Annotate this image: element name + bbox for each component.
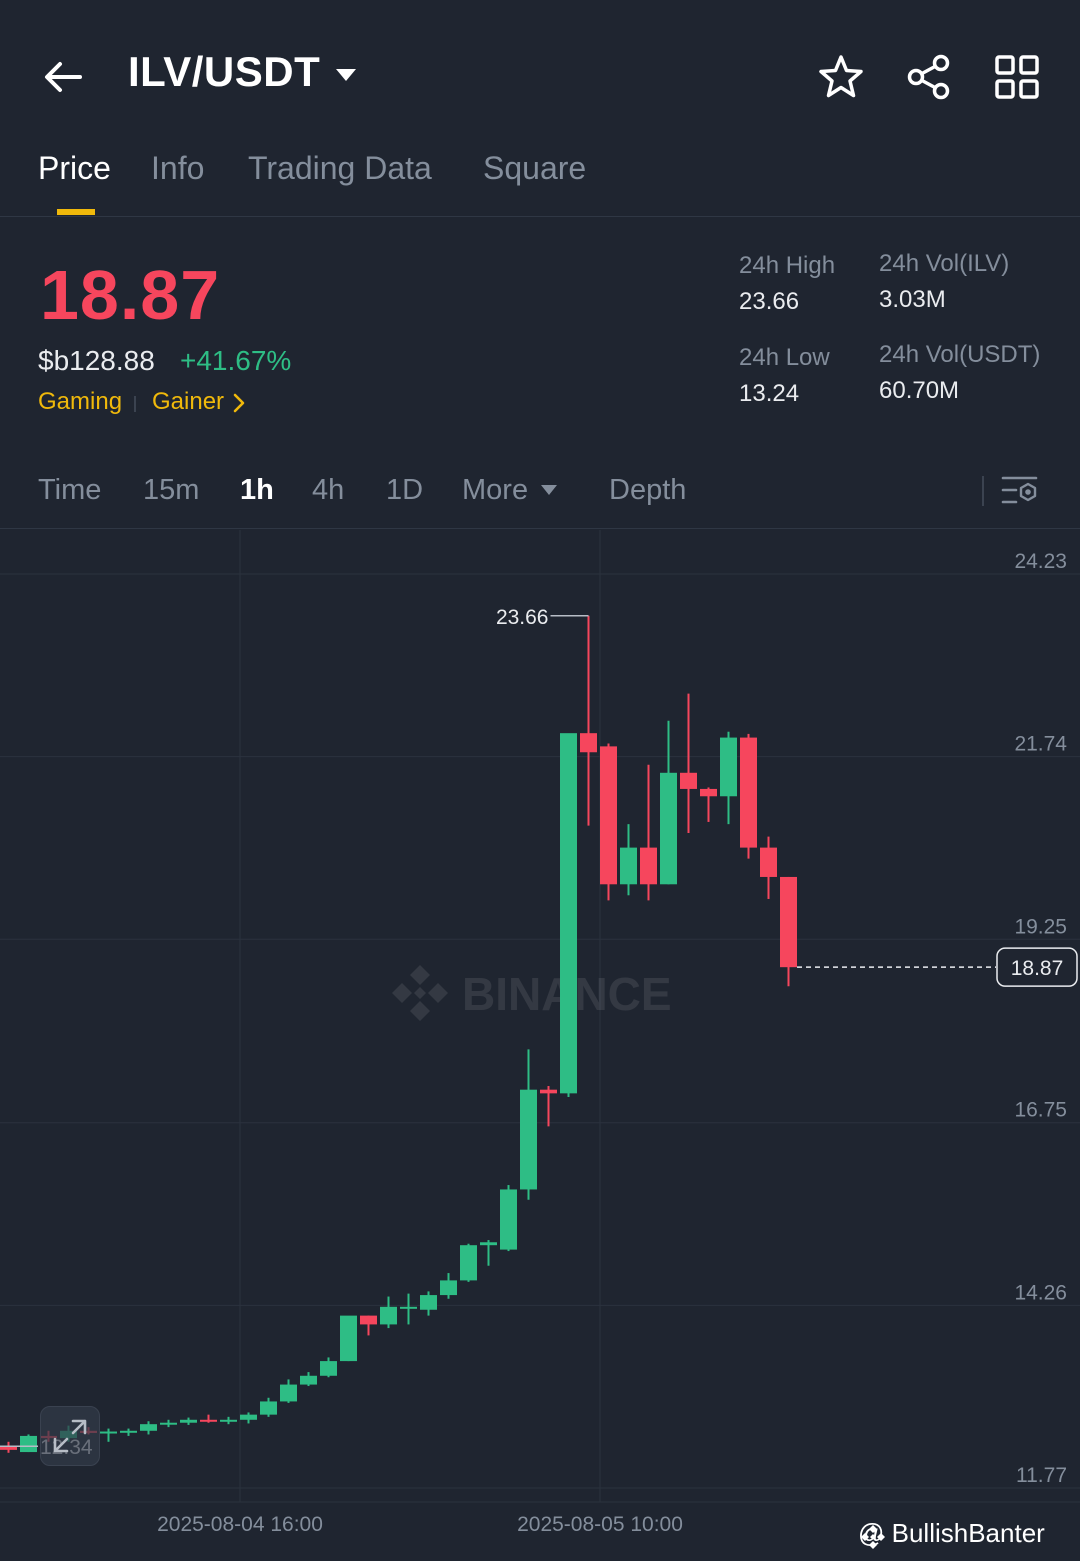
candle-body [260,1401,277,1415]
candle-body [280,1384,297,1402]
divider [982,476,984,506]
candle-body [100,1431,117,1434]
candle-body [0,1446,17,1450]
last-price: 18.87 [40,256,221,334]
tag-gainer[interactable]: Gainer [152,388,224,416]
fiat-price: $b128.88 [38,345,155,376]
candle-body [360,1315,377,1325]
caret-down-icon[interactable] [334,66,358,84]
candle-body [440,1280,457,1296]
active-tab-indicator [57,209,95,215]
high-label: 24h High [739,252,836,279]
depth-tab[interactable]: Depth [609,474,686,507]
candlestick-chart[interactable]: BINANCE 23.6612.3418.87 24.2321.7419.251… [0,530,1080,1540]
grid-icon[interactable] [992,52,1042,102]
star-icon[interactable] [816,52,866,102]
candle-body [580,733,597,753]
candle-body [240,1414,257,1420]
candle-body [520,1089,537,1190]
chart-settings-icon[interactable] [1000,472,1040,510]
expand-icon [53,1419,87,1453]
caret-down-icon[interactable] [540,484,558,496]
share-icon[interactable] [904,52,954,102]
high-value: 23.66 [739,288,800,315]
x-tick-label: 2025-08-04 16:00 [157,1513,323,1536]
candle-body [620,847,637,885]
binance-watermark: BINANCE [392,965,672,1021]
vol-base-value: 3.03M [879,286,946,313]
tag-separator [134,396,136,412]
candle-body [560,733,577,1094]
x-tick-label: 2025-08-05 10:00 [517,1513,683,1536]
candle-body [460,1245,477,1281]
candle-body [720,737,737,797]
tab-price[interactable]: Price [38,150,111,187]
chevron-right-icon[interactable] [232,392,246,414]
watermark-credit: @ BullishBanter [858,1518,1045,1548]
candle-body [140,1424,157,1431]
candle-body [780,876,797,968]
candle-body [600,746,617,885]
candle-body [700,788,717,797]
low-label: 24h Low [739,344,830,371]
candle-body [340,1315,357,1362]
candle-body [420,1295,437,1310]
arrow-left-icon[interactable] [38,52,88,102]
tag-gaming[interactable]: Gaming [38,388,122,416]
candle-body [760,847,777,877]
interval-1h[interactable]: 1h [240,474,274,507]
candle-body [380,1306,397,1325]
tab-square[interactable]: Square [483,150,586,187]
divider [0,216,1080,217]
y-tick-label: 24.23 [1014,550,1067,573]
y-tick-label: 11.77 [1016,1464,1067,1487]
candle-body [500,1189,517,1250]
last-price-label: 18.87 [1011,957,1064,980]
candle-body [480,1242,497,1246]
candle-body [160,1422,177,1425]
candle-body [180,1419,197,1423]
interval-4h[interactable]: 4h [312,474,344,507]
y-tick-label: 21.74 [1014,733,1067,756]
vol-base-label: 24h Vol(ILV) [879,250,1010,277]
candle-body [540,1089,557,1094]
candle-body [20,1435,37,1453]
candle-body [740,737,757,848]
tab-info[interactable]: Info [151,150,204,187]
interval-more[interactable]: More [462,474,528,507]
candle-body [320,1361,337,1376]
candle-body [680,772,697,789]
vol-quote-label: 24h Vol(USDT) [879,341,1041,368]
candle-body [200,1419,217,1422]
candle-body [300,1375,317,1385]
binance-logo-icon [861,1525,885,1549]
interval-15m[interactable]: 15m [143,474,199,507]
tab-trading-data[interactable]: Trading Data [248,150,432,187]
candle-body [400,1306,417,1309]
interval-time[interactable]: Time [38,474,101,507]
y-tick-label: 16.75 [1014,1099,1067,1122]
y-tick-label: 14.26 [1014,1281,1067,1304]
candle-body [640,847,657,885]
pair-title[interactable]: ILV/USDT [128,48,320,96]
vol-quote-value: 60.70M [879,377,960,404]
expand-chart-button[interactable] [40,1406,100,1466]
price-change: +41.67% [180,345,292,376]
y-tick-label: 19.25 [1014,915,1067,938]
low-value: 13.24 [739,380,800,407]
divider [0,528,1080,529]
candle-body [120,1430,137,1433]
candle-body [220,1419,237,1422]
candle-body [660,772,677,885]
high-marker-label: 23.66 [496,606,549,629]
interval-1d[interactable]: 1D [386,474,423,507]
